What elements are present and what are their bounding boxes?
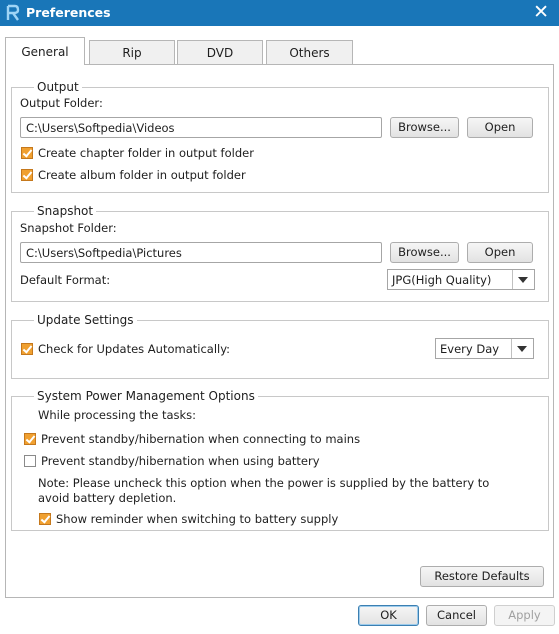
apply-button[interactable]: Apply (494, 605, 555, 626)
app-logo-icon (6, 4, 20, 21)
output-browse-button[interactable]: Browse... (390, 117, 459, 138)
restore-defaults-button[interactable]: Restore Defaults (420, 566, 544, 587)
tab-general-label: General (21, 45, 69, 59)
tab-dvd-label: DVD (206, 46, 234, 60)
checkmark-icon (22, 343, 33, 354)
auto-update-label: Check for Updates Automatically: (38, 342, 231, 356)
tab-others[interactable]: Others (266, 40, 353, 64)
snapshot-open-button[interactable]: Open (467, 242, 533, 263)
default-format-select[interactable]: JPG(High Quality) (387, 269, 535, 290)
tab-general[interactable]: General (5, 37, 85, 65)
while-processing-label: While processing the tasks: (38, 408, 197, 422)
output-open-button[interactable]: Open (467, 117, 533, 138)
prevent-standby-mains-label: Prevent standby/hibernation when connect… (41, 432, 361, 446)
checkmark-icon (22, 169, 33, 180)
snapshot-browse-button[interactable]: Browse... (390, 242, 459, 263)
ok-button[interactable]: OK (358, 605, 419, 626)
battery-reminder-label: Show reminder when switching to battery … (56, 512, 339, 526)
chevron-down-icon (517, 346, 527, 352)
battery-note: Note: Please uncheck this option when th… (38, 476, 490, 505)
chapter-folder-label: Create chapter folder in output folder (38, 146, 254, 160)
tab-rip[interactable]: Rip (89, 40, 175, 64)
snapshot-folder-label: Snapshot Folder: (20, 221, 117, 235)
title-bar: Preferences ✕ (0, 0, 559, 26)
update-frequency-value: Every Day (440, 342, 500, 356)
update-frequency-select[interactable]: Every Day (435, 338, 534, 359)
tab-content-panel: Output Output Folder: C:\Users\Softpedia… (5, 64, 554, 598)
tab-rip-label: Rip (122, 46, 142, 60)
power-management-legend: System Power Management Options (34, 389, 258, 403)
dropdown-button (512, 270, 534, 289)
cancel-button[interactable]: Cancel (426, 605, 487, 626)
album-folder-checkbox[interactable] (21, 169, 33, 181)
default-format-label: Default Format: (20, 273, 111, 287)
output-folder-label: Output Folder: (20, 96, 103, 110)
output-legend: Output (34, 80, 82, 94)
snapshot-folder-input[interactable]: C:\Users\Softpedia\Pictures (20, 242, 382, 263)
chapter-folder-checkbox[interactable] (21, 147, 33, 159)
auto-update-checkbox[interactable] (21, 343, 33, 355)
album-folder-label: Create album folder in output folder (38, 168, 246, 182)
default-format-value: JPG(High Quality) (392, 273, 492, 287)
snapshot-legend: Snapshot (34, 204, 97, 218)
checkmark-icon (40, 513, 51, 524)
prevent-standby-mains-checkbox[interactable] (24, 433, 36, 445)
prevent-standby-battery-checkbox[interactable] (24, 455, 36, 467)
update-settings-legend: Update Settings (34, 313, 137, 327)
checkmark-icon (25, 433, 36, 444)
prevent-standby-battery-label: Prevent standby/hibernation when using b… (41, 454, 320, 468)
dropdown-button (511, 339, 533, 358)
close-icon[interactable]: ✕ (533, 1, 549, 23)
tab-others-label: Others (289, 46, 330, 60)
window-title: Preferences (26, 5, 111, 20)
tab-dvd[interactable]: DVD (177, 40, 263, 64)
battery-reminder-checkbox[interactable] (39, 513, 51, 525)
output-folder-input[interactable]: C:\Users\Softpedia\Videos (20, 117, 382, 138)
checkmark-icon (22, 147, 33, 158)
chevron-down-icon (518, 277, 528, 283)
